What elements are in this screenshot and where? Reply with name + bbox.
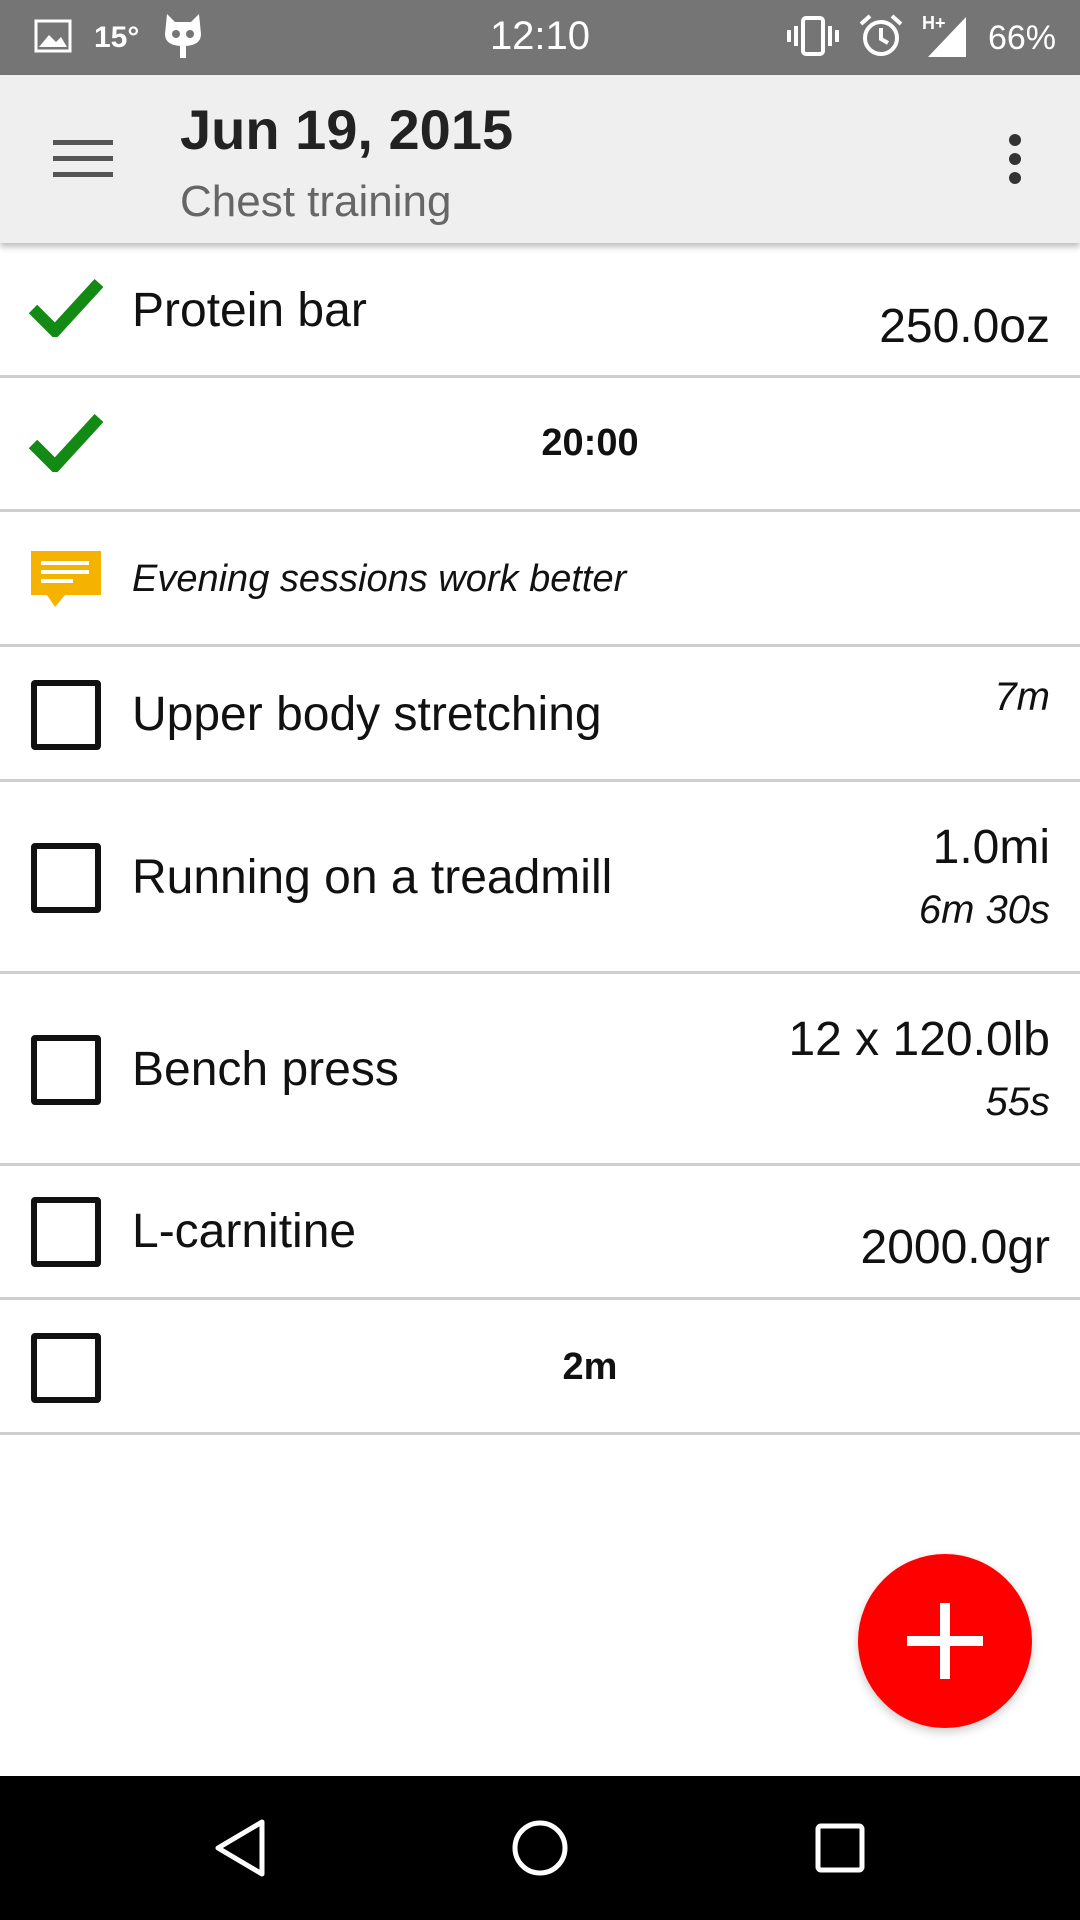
status-bar: 15° 12:10 H+ 66% — [0, 0, 1080, 75]
note-item[interactable]: Evening sessions work better — [0, 512, 1080, 647]
item-value: 2000.0gr — [860, 1221, 1051, 1274]
signal-icon: H+ — [922, 13, 970, 64]
item-center-label: 20:00 — [541, 422, 639, 464]
item-duration: 6m 30s — [918, 888, 1050, 932]
overflow-menu-button[interactable] — [980, 121, 1050, 197]
note-icon-cell — [28, 542, 104, 618]
vibrate-icon — [786, 14, 840, 63]
app-bar: Jun 19, 2015 Chest training — [0, 75, 1080, 243]
item-title: L-carnitine — [132, 1205, 357, 1258]
item-duration: 7m — [994, 675, 1050, 719]
navigation-bar — [0, 1776, 1080, 1920]
checkbox-unchecked[interactable] — [28, 677, 104, 753]
list-item[interactable]: 2m — [0, 1300, 1080, 1435]
list-item[interactable]: L-carnitine 2000.0gr — [0, 1166, 1080, 1300]
workout-list: Protein bar 250.0oz 20:00 Evening sessio… — [0, 243, 1080, 1435]
checkbox-checked[interactable] — [28, 269, 104, 345]
list-item[interactable]: 20:00 — [0, 378, 1080, 512]
back-button[interactable] — [190, 1802, 290, 1894]
comment-icon — [31, 551, 101, 607]
more-vert-icon — [1009, 134, 1021, 184]
checkbox-unchecked[interactable] — [28, 840, 104, 916]
home-button[interactable] — [490, 1802, 590, 1894]
item-title: Protein bar — [132, 284, 367, 337]
alarm-icon — [858, 13, 904, 64]
page-title: Jun 19, 2015 — [180, 98, 514, 161]
add-button[interactable] — [858, 1554, 1032, 1728]
checkmark-icon — [29, 278, 103, 337]
hamburger-menu-icon — [53, 140, 113, 177]
list-item[interactable]: Protein bar 250.0oz — [0, 243, 1080, 378]
battery-text: 66% — [987, 18, 1056, 57]
checkbox-unchecked[interactable] — [28, 1032, 104, 1108]
home-icon — [512, 1820, 568, 1876]
recents-button[interactable] — [790, 1802, 890, 1894]
page-subtitle: Chest training — [180, 177, 452, 226]
status-right: H+ 66% — [786, 12, 1056, 64]
list-item[interactable]: Running on a treadmill 1.0mi 6m 30s — [0, 782, 1080, 974]
item-value: 250.0oz — [879, 300, 1050, 353]
item-title: Bench press — [132, 1043, 399, 1096]
item-value: 12 x 120.0lb — [788, 1013, 1050, 1066]
back-icon — [215, 1819, 265, 1877]
svg-text:H+: H+ — [922, 13, 946, 33]
item-title: Running on a treadmill — [132, 851, 613, 904]
recents-icon — [815, 1823, 865, 1873]
checkbox-unchecked[interactable] — [28, 1194, 104, 1270]
item-duration: 55s — [985, 1080, 1051, 1124]
item-center-label: 2m — [562, 1346, 618, 1388]
note-text: Evening sessions work better — [132, 558, 627, 600]
item-title: Upper body stretching — [132, 688, 602, 741]
plus-icon — [907, 1603, 983, 1679]
list-item[interactable]: Upper body stretching 7m — [0, 647, 1080, 782]
item-value: 1.0mi — [932, 821, 1050, 874]
menu-button[interactable] — [40, 121, 126, 197]
list-item[interactable]: Bench press 12 x 120.0lb 55s — [0, 974, 1080, 1166]
